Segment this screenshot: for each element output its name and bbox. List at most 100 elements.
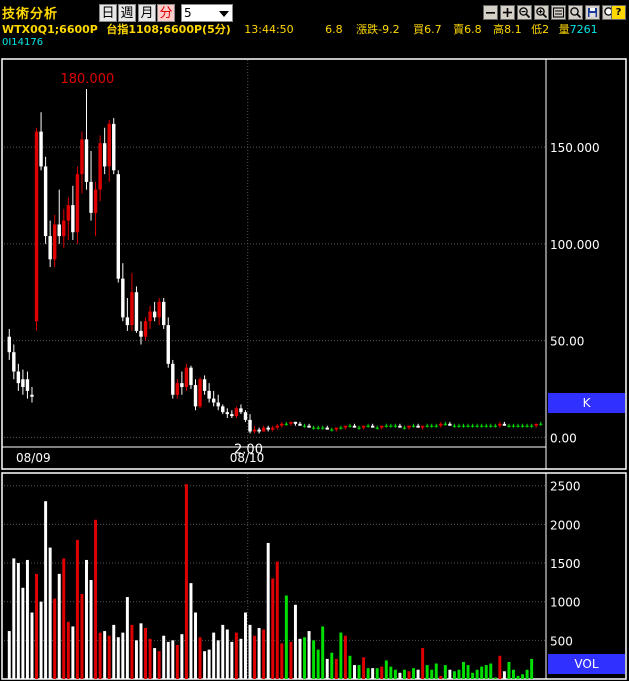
- vol-panel-label[interactable]: VOL: [548, 654, 625, 674]
- volume-bar: [121, 632, 125, 679]
- chart-area[interactable]: 0.0050.00100.000150.00008/09 08/10180.000…: [0, 56, 629, 681]
- candle-body: [261, 427, 266, 432]
- k-panel-frame: [1, 58, 627, 470]
- vol-tick-label: 1000: [550, 596, 581, 610]
- period-minute-button[interactable]: 分: [157, 4, 175, 22]
- candle-body: [143, 321, 148, 337]
- candle-body: [130, 292, 134, 326]
- volume-bar: [371, 668, 375, 679]
- candle-body: [507, 425, 511, 427]
- candle-body: [370, 425, 375, 428]
- candle-body: [211, 398, 216, 403]
- candle-body: [443, 423, 448, 425]
- candle-body: [98, 143, 102, 190]
- volume-bar: [144, 627, 148, 679]
- volume-bar: [7, 631, 11, 679]
- volume-bar: [116, 637, 120, 679]
- candle-body: [361, 425, 366, 428]
- volume-bar: [44, 501, 48, 679]
- change-text: 漲跌-9.2: [356, 23, 400, 36]
- candle-body: [498, 423, 502, 426]
- volume-bar: [266, 542, 270, 679]
- plus-icon[interactable]: [500, 5, 515, 20]
- app-title: 技術分析: [2, 7, 59, 22]
- quote-info-bar: WTX0Q1;6600P 台指1108;6600P(5分) 13:44:50 6…: [2, 21, 598, 37]
- minus-icon[interactable]: [483, 5, 498, 20]
- volume-bar: [184, 484, 188, 679]
- candle-body: [461, 425, 466, 427]
- candle-body: [502, 423, 507, 426]
- candle-body: [21, 379, 25, 388]
- volume-bar: [180, 634, 184, 679]
- candle-body: [457, 425, 461, 427]
- k-tick-label: 50.00: [550, 335, 584, 349]
- volume-bar: [25, 559, 29, 679]
- candle-body: [107, 123, 111, 167]
- candle-body: [529, 425, 534, 427]
- period-week-button[interactable]: 週: [118, 4, 136, 22]
- volume-bar: [348, 655, 352, 679]
- chevron-down-icon: [219, 11, 229, 17]
- volume-bar: [62, 558, 66, 679]
- candle-body: [202, 379, 207, 391]
- candle-body: [180, 383, 184, 388]
- period-month-button[interactable]: 月: [138, 4, 156, 22]
- candle-body: [39, 131, 43, 167]
- save-icon[interactable]: [585, 5, 600, 20]
- candle-body: [112, 123, 116, 171]
- zoom-icon[interactable]: [568, 5, 583, 20]
- volume-bar: [434, 663, 438, 679]
- candle-body: [162, 301, 166, 326]
- zoom-out-icon[interactable]: [517, 5, 532, 20]
- interval-select[interactable]: 5: [181, 4, 233, 22]
- volume-bar: [353, 665, 356, 679]
- volume-bar: [421, 648, 425, 679]
- min-price-label: 2.00: [234, 442, 263, 457]
- volume-bar: [502, 671, 506, 679]
- candle-body: [420, 425, 425, 428]
- volume-bar: [225, 629, 229, 679]
- volume-bar: [380, 666, 384, 679]
- k-panel-label[interactable]: K: [548, 393, 625, 413]
- max-price-label: 180.000: [60, 72, 114, 87]
- candle-body: [152, 311, 157, 318]
- candle-body: [75, 174, 80, 233]
- candle-body: [252, 429, 257, 432]
- candle-body: [366, 425, 370, 427]
- help-icon[interactable]: ?: [611, 5, 626, 20]
- candle-body: [511, 425, 516, 427]
- candle-body: [334, 427, 339, 430]
- k-tick-label: 150.000: [550, 141, 600, 155]
- candle-body: [134, 292, 139, 331]
- high-text: 高8.1: [493, 23, 522, 36]
- candle-body: [243, 412, 248, 420]
- candle-body: [475, 425, 479, 427]
- volume-bar: [243, 612, 247, 679]
- volume-bar: [162, 635, 166, 679]
- candle-body: [25, 379, 30, 391]
- volume-bar: [212, 632, 216, 679]
- candle-body: [302, 425, 307, 427]
- volume-bar: [284, 595, 288, 679]
- volume-bar: [112, 624, 116, 679]
- volume-bar: [275, 561, 279, 679]
- volume-bar: [475, 669, 479, 679]
- volume-bar: [239, 638, 243, 679]
- volume-bar: [125, 597, 129, 679]
- settings-icon[interactable]: [551, 5, 566, 20]
- volume-bar: [339, 632, 343, 679]
- candle-body: [266, 427, 270, 430]
- volume-bar: [480, 666, 484, 679]
- period-day-button[interactable]: 日: [99, 4, 117, 22]
- k-tick-label: 100.000: [550, 238, 600, 252]
- date-label: 08/09: [16, 451, 51, 465]
- vol-tick-label: 2500: [550, 480, 581, 494]
- candle-body: [139, 330, 143, 337]
- zoom-in-icon[interactable]: [534, 5, 549, 20]
- candle-body: [193, 385, 198, 407]
- candle-body: [493, 425, 498, 427]
- candle-body: [7, 336, 11, 353]
- volume-bar: [253, 635, 257, 679]
- candle-body: [189, 367, 193, 386]
- volume-bar: [389, 666, 393, 679]
